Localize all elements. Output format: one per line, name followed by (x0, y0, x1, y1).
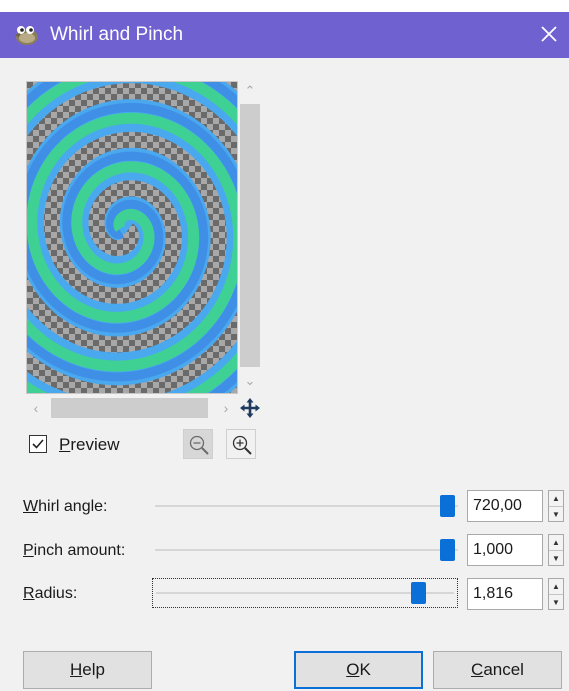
help-button[interactable]: Help (23, 651, 152, 689)
decrement-icon[interactable]: ▼ (549, 550, 563, 566)
preview-checkbox[interactable] (29, 435, 47, 453)
slider-handle[interactable] (411, 582, 427, 604)
increment-icon[interactable]: ▲ (549, 491, 563, 506)
pinch-amount-label: Pinch amount: (23, 541, 125, 561)
pinch-amount-label-rest: inch amount: (33, 542, 126, 559)
window-title: Whirl and Pinch (50, 24, 184, 45)
cancel-rest: ancel (483, 660, 524, 679)
whirl-pinch-dialog: Whirl and Pinch ⌃ ⌄ ‹ › Preview Whirl an… (0, 0, 569, 691)
checkmark-icon (32, 439, 44, 449)
help-rest: elp (82, 660, 105, 679)
preview-label-mnemonic: P (59, 435, 71, 454)
radius-input[interactable]: 1,816 (467, 578, 543, 610)
scroll-right-icon[interactable]: › (216, 398, 236, 418)
radius-slider[interactable] (152, 578, 458, 608)
zoom-in-icon (232, 435, 252, 455)
radius-label-rest: adius: (34, 585, 78, 602)
preview-checkbox-label[interactable]: Preview (59, 435, 119, 455)
close-icon (541, 26, 557, 42)
slider-track (156, 592, 454, 594)
decrement-icon[interactable]: ▼ (549, 594, 563, 610)
pinch-amount-input[interactable]: 1,000 (467, 534, 543, 566)
whirl-angle-input[interactable]: 720,00 (467, 490, 543, 522)
zoom-out-button[interactable] (183, 429, 213, 459)
title-bar[interactable]: Whirl and Pinch (0, 12, 569, 58)
preview-image[interactable] (26, 81, 238, 394)
ok-button[interactable]: OK (294, 651, 423, 689)
help-mnemonic: H (70, 660, 83, 679)
slider-track (155, 549, 458, 551)
preview-label-rest: review (70, 435, 120, 454)
zoom-out-icon (189, 435, 209, 455)
close-button[interactable] (535, 20, 563, 48)
preview-whirl-render (27, 82, 237, 393)
radius-spinner[interactable]: ▲ ▼ (548, 578, 564, 610)
slider-track (155, 505, 458, 507)
cancel-mnemonic: C (471, 660, 484, 679)
preview-horizontal-scrollbar[interactable]: ‹ › (26, 398, 238, 418)
pinch-amount-spinner[interactable]: ▲ ▼ (548, 534, 564, 566)
preview-vertical-scrollbar[interactable]: ⌃ ⌄ (240, 81, 260, 393)
whirl-angle-label-rest: hirl angle: (38, 498, 108, 515)
increment-icon[interactable]: ▲ (549, 535, 563, 550)
whirl-angle-label: Whirl angle: (23, 497, 107, 517)
ok-rest: K (359, 660, 371, 679)
zoom-in-button[interactable] (226, 429, 256, 459)
whirl-angle-mnemonic: W (23, 498, 39, 515)
pinch-amount-slider[interactable] (155, 535, 458, 565)
scroll-left-icon[interactable]: ‹ (26, 398, 46, 418)
ok-mnemonic: O (346, 660, 360, 679)
pinch-amount-mnemonic: P (23, 542, 34, 559)
whirl-angle-slider[interactable] (155, 491, 458, 521)
window-top-gap (0, 0, 569, 12)
scroll-down-icon[interactable]: ⌄ (240, 371, 260, 391)
cancel-button[interactable]: Cancel (433, 651, 562, 689)
slider-handle[interactable] (440, 539, 456, 561)
horizontal-scroll-thumb[interactable] (51, 398, 208, 418)
move-navigate-icon[interactable] (238, 396, 262, 420)
decrement-icon[interactable]: ▼ (549, 506, 563, 522)
increment-icon[interactable]: ▲ (549, 579, 563, 594)
vertical-scroll-thumb[interactable] (240, 104, 260, 367)
scroll-up-icon[interactable]: ⌃ (240, 81, 260, 101)
slider-handle[interactable] (440, 495, 456, 517)
gimp-wilber-icon (15, 26, 38, 45)
whirl-angle-spinner[interactable]: ▲ ▼ (548, 490, 564, 522)
radius-label: Radius: (23, 584, 77, 604)
radius-mnemonic: R (23, 585, 35, 602)
